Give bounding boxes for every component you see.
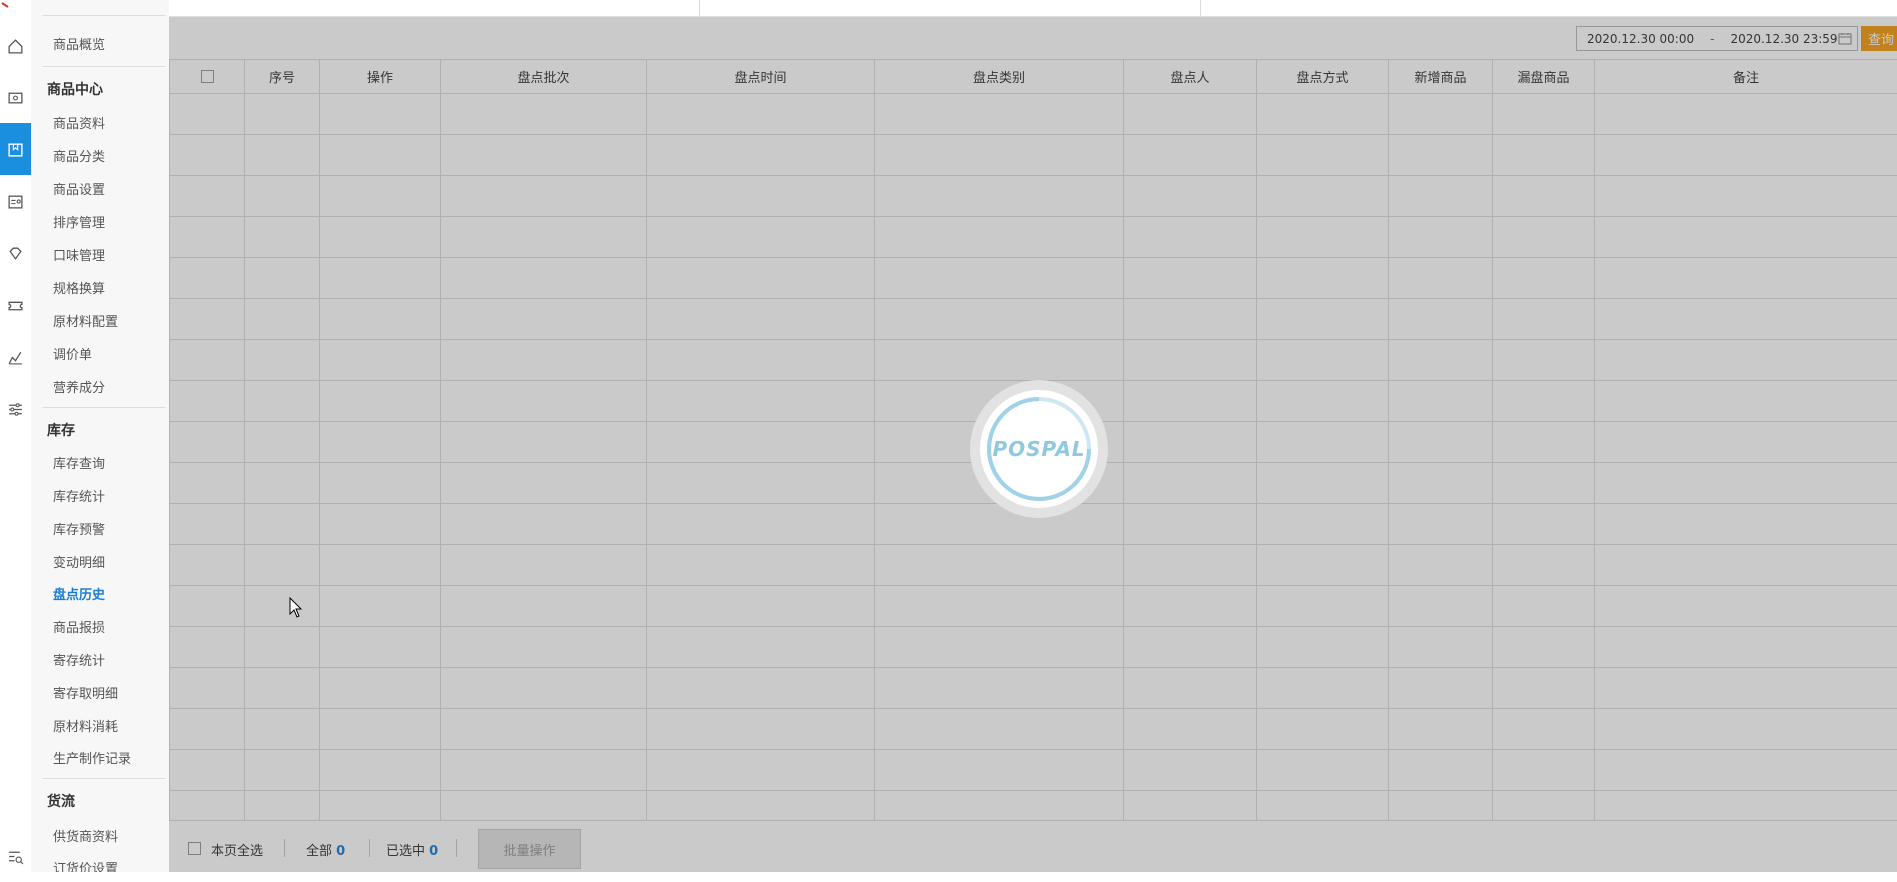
sidebar-item[interactable]: 原材料消耗	[53, 716, 118, 735]
sidebar-item[interactable]: 商品设置	[53, 179, 105, 198]
sidebar-item[interactable]: 口味管理	[53, 245, 105, 264]
sidebar-item[interactable]: 规格换算	[53, 278, 105, 297]
report-chart-icon[interactable]	[0, 331, 31, 383]
sidebar-item[interactable]: 库存预警	[53, 519, 105, 538]
sidebar-item[interactable]: 库存查询	[53, 453, 105, 472]
sidebar-menu: 商品概览 商品中心 商品资料 商品分类 商品设置 排序管理 口味管理 规格换算 …	[31, 0, 170, 872]
member-card-icon[interactable]	[0, 175, 31, 227]
sidebar-item-goods-overview[interactable]: 商品概览	[53, 34, 105, 53]
divider	[43, 15, 165, 16]
divider	[43, 66, 165, 67]
sidebar-item[interactable]: 原材料配置	[53, 311, 118, 330]
app-logo-icon	[0, 0, 31, 15]
goods-icon[interactable]	[0, 123, 31, 175]
sidebar-item[interactable]: 调价单	[53, 344, 92, 363]
sidebar-group-goods: 商品中心	[47, 79, 103, 99]
settings-sliders-icon[interactable]	[0, 383, 31, 435]
sidebar-item[interactable]: 商品报损	[53, 617, 105, 636]
sidebar-item[interactable]: 商品分类	[53, 146, 105, 165]
sidebar-item[interactable]: 寄存统计	[53, 650, 105, 669]
icon-rail	[0, 0, 32, 872]
sidebar-item[interactable]: 排序管理	[53, 212, 105, 231]
sidebar-item[interactable]: 订货价设置	[53, 858, 118, 872]
divider	[43, 407, 165, 408]
sidebar-item[interactable]: 寄存取明细	[53, 683, 118, 702]
top-tab[interactable]	[169, 0, 700, 16]
sidebar-item-stocktake-history[interactable]: 盘点历史	[53, 584, 105, 603]
sidebar-group-flow: 货流	[47, 791, 75, 811]
loading-spinner: POSPAL	[970, 380, 1108, 518]
sidebar-item[interactable]: 变动明细	[53, 552, 105, 571]
loading-spinner-inner: POSPAL	[980, 390, 1098, 508]
home-icon[interactable]	[0, 20, 31, 72]
sidebar-item[interactable]: 库存统计	[53, 486, 105, 505]
top-tab[interactable]	[700, 0, 1201, 16]
sidebar-item[interactable]: 营养成分	[53, 377, 105, 396]
coupon-icon[interactable]	[0, 279, 31, 331]
sidebar-item[interactable]: 供货商资料	[53, 826, 118, 845]
sidebar-item[interactable]: 商品资料	[53, 113, 105, 132]
search-list-icon[interactable]	[0, 830, 31, 882]
sidebar-item[interactable]: 生产制作记录	[53, 748, 131, 767]
mouse-cursor-icon	[289, 597, 303, 619]
top-tabs-bar	[169, 0, 1897, 17]
sidebar-group-stock: 库存	[47, 420, 75, 440]
spinner-ring-icon	[980, 390, 1098, 508]
cashier-icon[interactable]	[0, 71, 31, 123]
divider	[43, 778, 165, 779]
diamond-icon[interactable]	[0, 227, 31, 279]
